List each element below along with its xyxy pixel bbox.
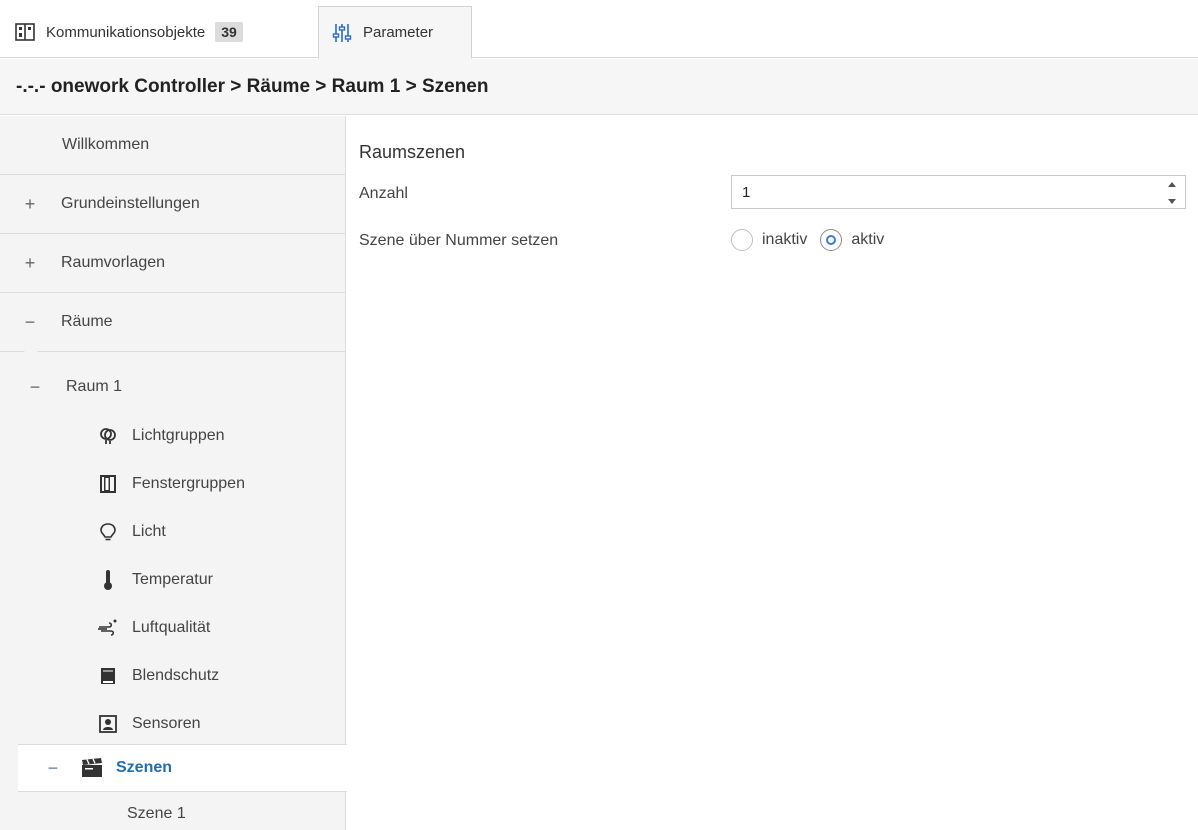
scene-clapper-icon (80, 757, 104, 779)
sidebar-item-label: Fenstergruppen (132, 475, 245, 492)
anzahl-value: 1 (742, 183, 751, 201)
collapse-icon[interactable]: − (24, 377, 46, 398)
szene-ueber-nummer-label: Szene über Nummer setzen (359, 232, 559, 249)
communication-objects-icon (14, 21, 36, 43)
section-title: Raumszenen (359, 142, 466, 162)
sidebar-item-luftqualitaet[interactable]: Luftqualität (0, 604, 346, 652)
szene-radio-group: inaktiv aktiv (731, 229, 897, 251)
tab-bar: Kommunikationsobjekte 39 Parameter (0, 0, 1198, 59)
collapse-icon[interactable]: − (42, 758, 64, 779)
sidebar-item-label: Licht (132, 523, 166, 540)
expand-icon[interactable]: + (19, 194, 41, 215)
light-group-icon (97, 425, 119, 447)
sidebar-item-label: Sensoren (132, 715, 201, 732)
breadcrumb: -.-.- onework Controller > Räume > Raum … (0, 59, 1198, 115)
sidebar-item-label: Blendschutz (132, 667, 220, 684)
radio-checked-dot (826, 235, 837, 245)
sidebar-item-label: Temperatur (132, 571, 213, 588)
radio-aktiv[interactable] (820, 229, 843, 251)
sidebar-item-label: Szene 1 (127, 805, 186, 822)
sidebar-item-raeume[interactable]: − Räume (0, 293, 346, 352)
parameter-panel: Raumszenen Anzahl 1 Szene über Nummer se… (347, 116, 1198, 830)
tab-kommunikationsobjekte[interactable]: Kommunikationsobjekte 39 (14, 6, 314, 58)
window-group-icon (97, 473, 119, 495)
sidebar-item-label: Willkommen (62, 136, 150, 153)
spinner-up-icon[interactable] (1168, 182, 1176, 187)
spinner-down-icon[interactable] (1168, 199, 1176, 204)
tab-parameter[interactable]: Parameter (318, 6, 472, 59)
number-spinner[interactable] (1167, 182, 1177, 204)
radio-aktiv-label: aktiv (851, 231, 885, 248)
sidebar-item-raum-1[interactable]: − Raum 1 (0, 363, 346, 411)
parameter-sliders-icon (331, 22, 353, 44)
sidebar: Willkommen + Grundeinstellungen + Raumvo… (0, 116, 347, 830)
tab-count-badge: 39 (215, 22, 243, 42)
sidebar-item-szenen[interactable]: − Szenen (18, 744, 347, 792)
radio-inaktiv-label: inaktiv (762, 231, 808, 248)
sidebar-item-licht[interactable]: Licht (0, 508, 346, 556)
anzahl-label: Anzahl (359, 185, 408, 202)
sidebar-item-blendschutz[interactable]: Blendschutz (0, 652, 346, 700)
sidebar-item-label: Lichtgruppen (132, 427, 225, 444)
sidebar-item-label: Raum 1 (66, 378, 123, 395)
sidebar-item-lichtgruppen[interactable]: Lichtgruppen (0, 412, 346, 460)
expand-icon[interactable]: + (19, 253, 41, 274)
sensor-icon (97, 713, 119, 735)
thermometer-icon (97, 569, 119, 591)
air-quality-icon (97, 617, 119, 639)
radio-inaktiv[interactable] (731, 229, 753, 251)
sidebar-item-sensoren[interactable]: Sensoren (0, 700, 346, 748)
tab-kommunikationsobjekte-label: Kommunikationsobjekte (46, 23, 206, 41)
sidebar-item-raumvorlagen[interactable]: + Raumvorlagen (0, 234, 346, 293)
sidebar-item-label: Grundeinstellungen (61, 195, 200, 212)
sidebar-item-label: Raumvorlagen (61, 254, 166, 271)
blind-icon (97, 665, 119, 687)
anzahl-number-input[interactable]: 1 (731, 175, 1186, 209)
sidebar-item-label: Luftqualität (132, 619, 211, 636)
tab-parameter-label: Parameter (363, 24, 434, 41)
sidebar-item-label: Szenen (116, 759, 173, 776)
collapse-icon[interactable]: − (19, 312, 41, 333)
tree-pointer (22, 349, 40, 358)
sidebar-item-willkommen[interactable]: Willkommen (0, 116, 346, 175)
sidebar-item-grundeinstellungen[interactable]: + Grundeinstellungen (0, 175, 346, 234)
light-bulb-icon (97, 521, 119, 543)
sidebar-item-szene-1[interactable]: Szene 1 (0, 792, 346, 830)
sidebar-item-label: Räume (61, 313, 113, 330)
sidebar-item-fenstergruppen[interactable]: Fenstergruppen (0, 460, 346, 508)
sidebar-item-temperatur[interactable]: Temperatur (0, 556, 346, 604)
